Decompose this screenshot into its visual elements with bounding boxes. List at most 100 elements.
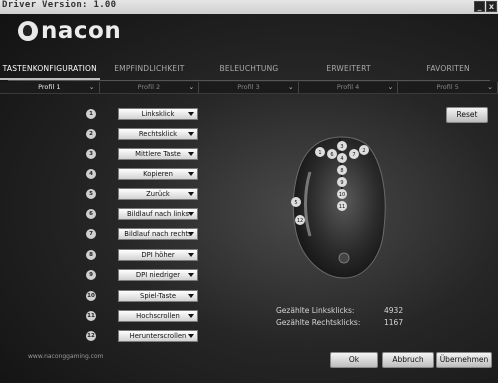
profile-label: Profil 3 — [237, 83, 260, 91]
window-title: Driver Version: 1.00 — [2, 0, 117, 10]
dropdown-arrow-icon — [188, 212, 194, 216]
marker-2-label: 2 — [362, 148, 365, 154]
button-number-badge: 11 — [86, 311, 96, 321]
marker-4-label: 4 — [340, 156, 343, 162]
profile-3-select[interactable]: Profil 3 ⌄ — [199, 82, 299, 93]
dropdown-arrow-icon — [188, 112, 194, 116]
chevron-down-icon: ⌄ — [88, 83, 95, 91]
marker-5-label: 5 — [294, 200, 297, 206]
main-tabs: TASTENKONFIGURATION EMPFINDLICHKEIT BELE… — [0, 60, 498, 80]
tab-favoriten[interactable]: FAVORITEN — [398, 60, 498, 80]
tab-tastenkonfiguration[interactable]: TASTENKONFIGURATION — [0, 60, 100, 80]
dropdown-value: DPI höher — [141, 251, 175, 259]
button-number-badge: 12 — [86, 331, 96, 341]
mouse-button-markers: 1 2 3 4 5 6 7 8 9 10 11 12 — [291, 141, 369, 225]
dropdown-value: DPI niedriger — [135, 271, 181, 279]
marker-11-label: 11 — [339, 204, 345, 210]
profile-bar: Profil 1 ⌄ Profil 2 ⌄ Profil 3 ⌄ Profil 4 ⌄ … — [0, 82, 498, 94]
assignment-dropdown-7[interactable]: Bildlauf nach rechts — [118, 228, 198, 240]
reset-button[interactable]: Reset — [446, 107, 488, 123]
dropdown-arrow-icon — [188, 334, 194, 338]
button-row-10: 10 Spiel-Taste — [86, 290, 198, 302]
app-window: Driver Version: 1.00 _ x nacon TASTENKON… — [0, 0, 498, 383]
dropdown-arrow-icon — [188, 172, 194, 176]
button-number-badge: 9 — [86, 270, 96, 280]
minimize-button[interactable]: _ — [474, 1, 485, 12]
assignment-dropdown-6[interactable]: Bildlauf nach links — [118, 208, 198, 220]
dropdown-value: Kopieren — [143, 170, 173, 178]
profile-4-select[interactable]: Profil 4 ⌄ — [299, 82, 399, 93]
profile-label: Profil 2 — [137, 83, 161, 91]
dropdown-arrow-icon — [188, 253, 194, 257]
right-clicks-value: 1167 — [384, 318, 404, 327]
nacon-logo-icon — [18, 21, 38, 41]
marker-6-label: 6 — [330, 152, 333, 158]
chevron-down-icon: ⌄ — [188, 83, 195, 91]
button-row-1: 1 Linksklick — [86, 108, 198, 120]
tab-beleuchtung[interactable]: BELEUCHTUNG — [199, 60, 299, 80]
dropdown-value: Rechtsklick — [138, 130, 178, 138]
right-clicks-label: Gezählte Rechtsklicks: — [276, 318, 361, 327]
logo-text: nacon — [41, 18, 122, 44]
profile-2-select[interactable]: Profil 2 ⌄ — [100, 82, 200, 93]
assignment-dropdown-5[interactable]: Zurück — [118, 188, 198, 200]
tab-empfindlichkeit[interactable]: EMPFINDLICHKEIT — [100, 60, 200, 80]
dropdown-value: Herunterscrollen — [129, 332, 187, 340]
assignment-dropdown-2[interactable]: Rechtsklick — [118, 128, 198, 140]
assignment-dropdown-9[interactable]: DPI niedriger — [118, 269, 198, 281]
dropdown-value: Linksklick — [141, 110, 175, 118]
left-clicks-value: 4932 — [384, 306, 404, 315]
assignment-dropdown-12[interactable]: Herunterscrollen — [118, 330, 198, 342]
profile-label: Profil 1 — [38, 83, 61, 91]
marker-12-label: 12 — [297, 218, 303, 224]
marker-3-label: 3 — [340, 144, 343, 150]
button-number-badge: 4 — [86, 169, 96, 179]
assignment-dropdown-10[interactable]: Spiel-Taste — [118, 290, 198, 302]
dropdown-value: Zurück — [146, 190, 170, 198]
dropdown-value: Bildlauf nach rechts — [124, 230, 192, 238]
button-row-11: 11 Hochscrollen — [86, 310, 198, 322]
cancel-button[interactable]: Abbruch — [382, 352, 434, 368]
button-number-badge: 3 — [86, 149, 96, 159]
assignment-dropdown-11[interactable]: Hochscrollen — [118, 310, 198, 322]
tab-divider — [8, 80, 490, 81]
button-number-badge: 7 — [86, 229, 96, 239]
assignment-dropdown-8[interactable]: DPI höher — [118, 249, 198, 261]
button-number-badge: 8 — [86, 250, 96, 260]
website-link[interactable]: www.naconggaming.com — [28, 353, 103, 360]
dropdown-arrow-icon — [188, 273, 194, 277]
chevron-down-icon: ⌄ — [287, 83, 294, 91]
close-button[interactable]: x — [486, 1, 497, 12]
dropdown-value: Spiel-Taste — [140, 292, 176, 300]
button-number-badge: 2 — [86, 129, 96, 139]
marker-1-label: 1 — [318, 150, 321, 156]
button-row-7: 7 Bildlauf nach rechts — [86, 228, 198, 240]
profile-5-select[interactable]: Profil 5 ⌄ — [398, 82, 498, 93]
button-row-4: 4 Kopieren — [86, 168, 198, 180]
chevron-down-icon: ⌄ — [387, 83, 394, 91]
marker-8-label: 8 — [340, 168, 343, 174]
marker-9-label: 9 — [340, 180, 343, 186]
assignment-dropdown-4[interactable]: Kopieren — [118, 168, 198, 180]
dropdown-arrow-icon — [188, 192, 194, 196]
button-row-2: 2 Rechtsklick — [86, 128, 198, 140]
dropdown-value: Bildlauf nach links — [127, 210, 189, 218]
assignment-dropdown-3[interactable]: Mittlere Taste — [118, 148, 198, 160]
ok-button[interactable]: Ok — [330, 352, 378, 368]
dropdown-arrow-icon — [188, 294, 194, 298]
button-number-badge: 1 — [86, 109, 96, 119]
button-row-12: 12 Herunterscrollen — [86, 330, 198, 342]
title-bar: Driver Version: 1.00 _ x — [0, 0, 498, 14]
button-row-5: 5 Zurück — [86, 188, 198, 200]
button-row-3: 3 Mittlere Taste — [86, 148, 198, 160]
profile-label: Profil 5 — [436, 83, 459, 91]
apply-button[interactable]: Übernehmen — [436, 352, 492, 368]
profile-1-select[interactable]: Profil 1 ⌄ — [0, 82, 100, 93]
assignment-dropdown-1[interactable]: Linksklick — [118, 108, 198, 120]
dropdown-value: Mittlere Taste — [135, 150, 181, 158]
button-number-badge: 5 — [86, 189, 96, 199]
button-row-9: 9 DPI niedriger — [86, 269, 198, 281]
marker-10-label: 10 — [339, 192, 345, 198]
button-number-badge: 10 — [86, 291, 96, 301]
tab-erweitert[interactable]: ERWEITERT — [299, 60, 399, 80]
